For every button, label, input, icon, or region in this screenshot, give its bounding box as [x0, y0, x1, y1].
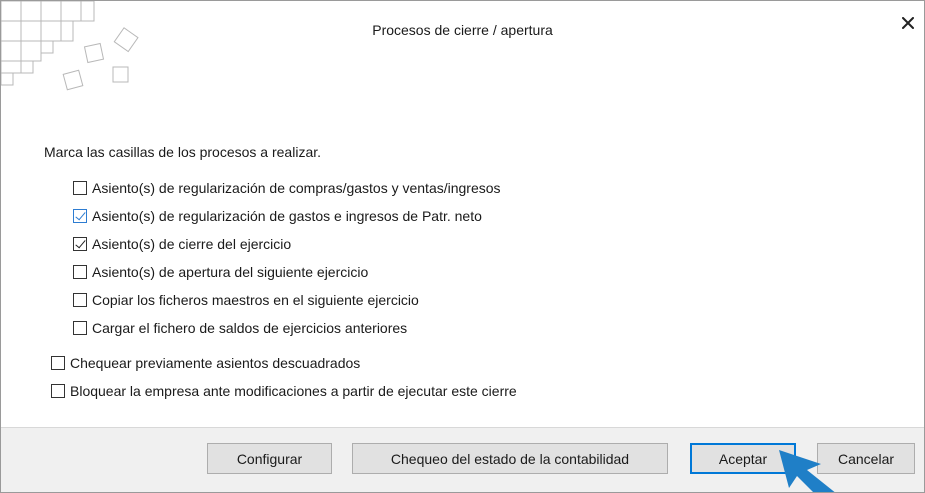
option-label: Chequear previamente asientos descuadrad…	[70, 355, 361, 371]
checkbox-cierre-ejercicio[interactable]	[73, 237, 87, 251]
window-title: Procesos de cierre / apertura	[372, 22, 553, 38]
option-cargar-saldos[interactable]: Cargar el fichero de saldos de ejercicio…	[73, 320, 407, 336]
option-label: Bloquear la empresa ante modificaciones …	[70, 383, 517, 399]
chequeo-contabilidad-button[interactable]: Chequeo del estado de la contabilidad	[352, 443, 668, 474]
option-apertura-siguiente[interactable]: Asiento(s) de apertura del siguiente eje…	[73, 264, 368, 280]
option-label: Asiento(s) de apertura del siguiente eje…	[92, 264, 369, 280]
option-bloquear-empresa[interactable]: Bloquear la empresa ante modificaciones …	[51, 383, 517, 399]
option-label: Asiento(s) de regularización de gastos e…	[92, 208, 482, 224]
option-copiar-maestros[interactable]: Copiar los ficheros maestros en el sigui…	[73, 292, 419, 308]
instruction-text: Marca las casillas de los procesos a rea…	[44, 144, 322, 160]
checkbox-chequear-descuadrados[interactable]	[51, 356, 65, 370]
option-label: Asiento(s) de cierre del ejercicio	[92, 236, 292, 252]
option-label: Copiar los ficheros maestros en el sigui…	[92, 292, 419, 308]
dialog-window: Procesos de cierre / apertura Marca las …	[0, 0, 925, 493]
option-chequear-descuadrados[interactable]: Chequear previamente asientos descuadrad…	[51, 355, 360, 371]
checkbox-regularizacion-patr-neto[interactable]	[73, 209, 87, 223]
option-regularizacion-compras[interactable]: Asiento(s) de regularización de compras/…	[73, 180, 501, 196]
mouse-pointer-icon	[779, 450, 835, 492]
option-regularizacion-patr-neto[interactable]: Asiento(s) de regularización de gastos e…	[73, 208, 482, 224]
checkbox-apertura-siguiente[interactable]	[73, 265, 87, 279]
checkbox-regularizacion-compras[interactable]	[73, 181, 87, 195]
option-label: Asiento(s) de regularización de compras/…	[92, 180, 501, 196]
close-icon	[902, 17, 914, 29]
app-logo-pattern	[1, 1, 139, 91]
checkbox-cargar-saldos[interactable]	[73, 321, 87, 335]
checkbox-bloquear-empresa[interactable]	[51, 384, 65, 398]
close-button[interactable]	[898, 13, 918, 33]
option-cierre-ejercicio[interactable]: Asiento(s) de cierre del ejercicio	[73, 236, 291, 252]
option-label: Cargar el fichero de saldos de ejercicio…	[92, 320, 408, 336]
checkbox-copiar-maestros[interactable]	[73, 293, 87, 307]
configurar-button[interactable]: Configurar	[207, 443, 332, 474]
